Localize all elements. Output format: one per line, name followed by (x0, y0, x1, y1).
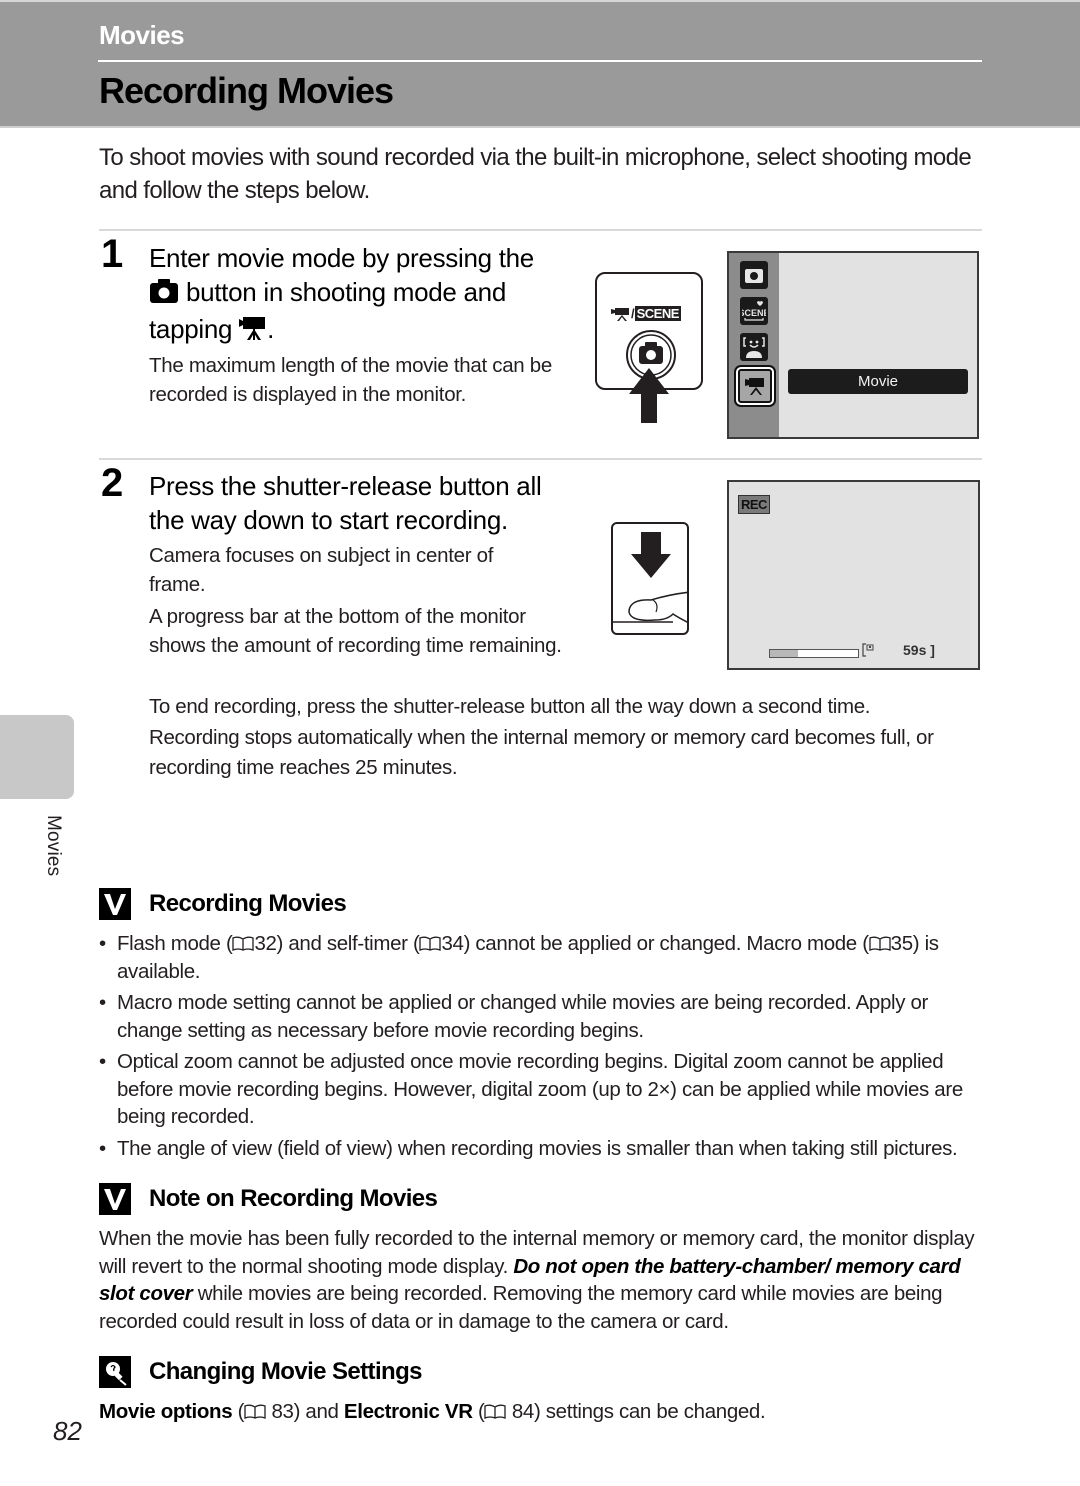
step-heading-text: . (267, 314, 275, 344)
tip-heading: Changing Movie Settings (99, 1356, 422, 1388)
note-heading: Note on Recording Movies (99, 1183, 438, 1215)
intro-text: To shoot movies with sound recorded via … (99, 144, 972, 204)
bullet-text: 34) cannot be applied or changed. Macro … (441, 932, 869, 955)
step-heading-text: button in shooting mode and (185, 277, 506, 307)
bullet-text: Optical zoom cannot be adjusted once mov… (117, 1050, 963, 1128)
tip-body: Movie options ( 83) and Electronic VR ( … (99, 1399, 766, 1423)
note-heading: Recording Movies (99, 888, 347, 920)
menu-option-name: Movie options (99, 1400, 233, 1423)
book-reference-icon (869, 931, 891, 951)
list-item: Macro mode setting cannot be applied or … (99, 989, 989, 1044)
paragraph: To end recording, press the shutter-rele… (149, 695, 871, 718)
note-body: When the movie has been fully recorded t… (99, 1225, 989, 1335)
bullet-text: 32) and self-timer ( (254, 932, 420, 955)
step-heading: Enter movie mode by pressing the button … (149, 241, 579, 349)
chapter-header: Movies Recording Movies (0, 0, 1080, 127)
step-number: 1 (101, 232, 124, 276)
monitor-recording: REC 59s ] (727, 480, 980, 670)
step-extra-text: To end recording, press the shutter-rele… (149, 692, 989, 784)
tip-title: Changing Movie Settings (149, 1358, 422, 1385)
header-rule (98, 60, 982, 62)
tip-text: settings can be changed. (540, 1400, 766, 1423)
paragraph: Recording stops automatically when the i… (149, 726, 934, 779)
recording-progress-fill (770, 650, 799, 657)
book-reference-icon (484, 1399, 507, 1419)
page-title: Recording Movies (99, 70, 394, 111)
step-divider (99, 229, 982, 231)
note-bullet-list: Flash mode ( 32) and self-timer ( 34) cann… (99, 930, 989, 1166)
tip-text: and (300, 1400, 344, 1423)
step-number: 2 (101, 461, 124, 505)
step-divider (99, 458, 982, 460)
arrow-up-icon (629, 368, 669, 423)
step-heading-text: tapping (149, 314, 233, 344)
time-remaining-value: 59s (903, 642, 927, 658)
monitor-mode-select: SCENE Movie (727, 251, 979, 439)
bullet-text: The angle of view (field of view) when r… (117, 1136, 958, 1160)
list-item: The angle of view (field of view) when r… (99, 1135, 989, 1163)
note-text: while movies are being recorded. Removin… (99, 1282, 943, 1333)
step-body: The maximum length of the movie that can… (149, 354, 553, 406)
note-title: Recording Movies (149, 890, 347, 917)
check-icon (99, 1183, 131, 1215)
camera-mode-icon[interactable] (740, 261, 768, 289)
movie-mode-icon[interactable] (736, 367, 774, 405)
check-icon (99, 888, 131, 920)
header-divider (0, 126, 1080, 128)
selected-mode-label: Movie (788, 369, 968, 394)
step-body: Camera focuses on subject in center of f… (149, 544, 494, 596)
press-shutter-icon (611, 522, 689, 635)
menu-option-name: Electronic VR (343, 1400, 473, 1423)
bullet-text: Macro mode setting cannot be applied or … (117, 991, 928, 1042)
step-heading: Press the shutter-release button all the… (149, 471, 542, 535)
section-title: Movies (99, 20, 185, 50)
side-tab-label: Movies (43, 815, 64, 877)
scene-mode-icon[interactable]: SCENE (740, 297, 768, 325)
scene-label: SCENE (634, 306, 681, 321)
note-title: Note on Recording Movies (149, 1185, 438, 1212)
book-reference-icon (232, 931, 255, 951)
camera-icon (149, 278, 179, 312)
list-item: Flash mode ( 32) and self-timer ( 34) cann… (99, 930, 989, 985)
rec-indicator: REC (738, 495, 770, 514)
internal-memory-icon (862, 643, 876, 660)
recording-progress-bar (769, 649, 859, 658)
page-reference[interactable]: 84 (512, 1400, 534, 1423)
movie-camera-icon (239, 315, 267, 349)
mode-label: / SCENE (611, 306, 681, 324)
list-item: Optical zoom cannot be adjusted once mov… (99, 1048, 989, 1131)
tip-bulb-icon (99, 1356, 131, 1388)
movie-camera-icon (611, 307, 631, 324)
book-reference-icon (419, 931, 442, 951)
time-remaining: 59s ] (903, 642, 935, 658)
step-heading-text: Enter movie mode by pressing the (149, 243, 534, 273)
smart-portrait-icon[interactable] (740, 333, 768, 361)
page-reference[interactable]: 83 (271, 1400, 293, 1423)
bullet-text: Flash mode ( (117, 932, 233, 955)
svg-text:SCENE: SCENE (742, 308, 766, 318)
page-number: 82 (53, 1416, 82, 1446)
step-body: A progress bar at the bottom of the moni… (149, 605, 562, 657)
book-reference-icon (244, 1399, 266, 1419)
chapter-side-tab[interactable] (0, 715, 74, 799)
